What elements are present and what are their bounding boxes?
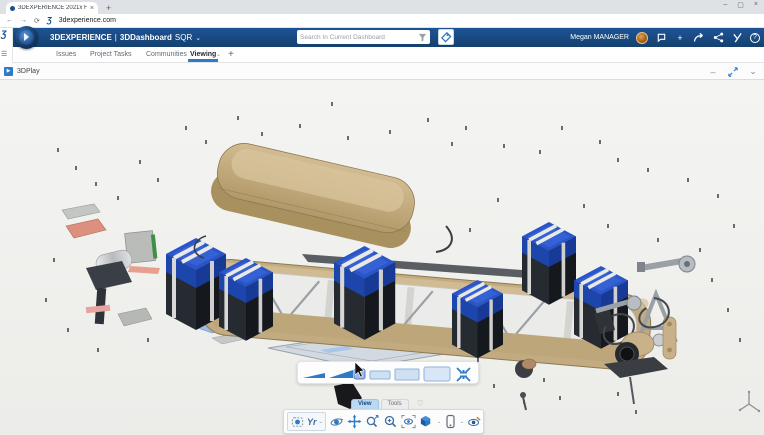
url-text[interactable]: 3dexperience.com (59, 17, 116, 24)
3dcompass-icon[interactable] (15, 26, 38, 49)
part-battery-module[interactable] (334, 246, 395, 340)
rotate-tool-icon[interactable] (329, 414, 344, 429)
refresh-icon[interactable]: ⟳ (34, 17, 40, 25)
active-tab-underline (188, 59, 218, 62)
browser-tab-strip: 3DEXPERIENCE 2021x FD02 × + – ▢ × (0, 0, 764, 14)
part-arm-linkage[interactable] (637, 256, 695, 272)
explode-level-2[interactable] (329, 370, 353, 378)
brand-divider: | (115, 33, 117, 42)
part-battery-module[interactable] (452, 280, 503, 358)
dashboard-search (297, 30, 430, 44)
viewer-tab-bar: View Tools ♡ (351, 398, 424, 409)
tag-button[interactable] (438, 29, 454, 45)
add-content-icon[interactable]: + (674, 32, 686, 44)
pan-tool-icon[interactable] (347, 414, 362, 429)
select-tool-icon[interactable] (290, 414, 305, 429)
site-logo-icon: Ʒ (47, 16, 52, 25)
render-style-eye-icon[interactable] (467, 414, 482, 429)
tag-icon (440, 31, 452, 43)
header-user-area: Megan MANAGER + ? (570, 28, 760, 47)
markup-tool-icon[interactable]: Yr (307, 417, 317, 427)
tab-issues[interactable]: Issues (56, 47, 76, 63)
viewer-canvas[interactable]: View Tools ♡ Yr ⌄ (0, 80, 764, 435)
collapse-explode-icon[interactable] (457, 368, 470, 381)
filter-funnel-icon[interactable] (418, 33, 427, 42)
part-motor-assembly[interactable] (62, 204, 160, 326)
tab-close-icon[interactable]: × (90, 5, 94, 12)
add-tab-button[interactable]: + (228, 47, 234, 62)
widget-maximize-icon[interactable] (726, 63, 740, 80)
dashboard-tab-bar: Issues Project Tasks Communities Viewing… (0, 47, 764, 63)
tab-project-tasks[interactable]: Project Tasks (90, 47, 132, 63)
fit-all-tool-icon[interactable] (401, 414, 416, 429)
tab-options-chevron-icon[interactable]: ⌄ (216, 47, 221, 63)
explode-level-1[interactable] (303, 373, 325, 378)
axis-triad (737, 388, 761, 418)
part-link-bar[interactable] (663, 317, 676, 359)
help-icon[interactable]: ? (750, 33, 760, 43)
search-input[interactable] (300, 34, 418, 41)
browser-address-bar: ← → ⟳ Ʒ 3dexperience.com (0, 14, 764, 28)
part-bolt[interactable] (520, 392, 526, 410)
viewer-tab-tools[interactable]: Tools (381, 399, 409, 409)
favorite-heart-icon[interactable]: ♡ (417, 399, 424, 409)
tab-communities[interactable]: Communities (146, 47, 187, 63)
part-small-motor[interactable] (515, 359, 536, 378)
ar-device-icon[interactable] (444, 414, 457, 429)
user-avatar[interactable] (636, 32, 648, 44)
app-name: 3DDashboard (120, 33, 172, 42)
new-tab-button[interactable]: + (106, 2, 111, 14)
selection-tool-group: Yr ⌄ (287, 412, 326, 431)
window-minimize-button[interactable]: – (723, 1, 727, 9)
back-icon[interactable]: ← (6, 17, 13, 24)
3dswym-icon[interactable] (731, 32, 743, 44)
screen: 3DEXPERIENCE 2021x FD02 × + – ▢ × ← → ⟳ … (0, 0, 764, 435)
notifications-icon[interactable] (655, 32, 667, 44)
window-close-button[interactable]: × (754, 1, 758, 9)
zoom-pointer-tool-icon[interactable] (365, 414, 380, 429)
tab-title: 3DEXPERIENCE 2021x FD02 (18, 5, 87, 11)
3dplay-app-icon: ▶ (4, 67, 13, 76)
compass-play-icon (24, 33, 29, 41)
widget-minimize-button[interactable]: – (706, 63, 720, 80)
part-cover-lid[interactable] (207, 138, 422, 252)
forward-icon[interactable]: → (20, 17, 27, 24)
part-battery-module[interactable] (219, 258, 273, 341)
widget-titlebar: ▶ 3DPlay – ⌄ (0, 63, 764, 80)
browser-tab[interactable]: 3DEXPERIENCE 2021x FD02 × (6, 2, 98, 14)
dashboard-name[interactable]: SQR (175, 33, 192, 42)
part-battery-module[interactable] (522, 222, 576, 305)
explode-slider-panel (297, 361, 479, 384)
viewer-toolbar: Yr ⌄ ⌄ ⌄ (283, 409, 484, 434)
app-title: 3DEXPERIENCE | 3DDashboard SQR ⌄ (50, 28, 201, 47)
markup-caret-icon[interactable]: ⌄ (319, 419, 323, 425)
3ds-logo-icon: Ʒ (1, 29, 7, 39)
widget-title: 3DPlay (17, 63, 40, 80)
explode-level-5[interactable] (424, 367, 450, 381)
window-maximize-button[interactable]: ▢ (737, 1, 744, 9)
zoom-tool-icon[interactable] (383, 414, 398, 429)
brand-name: 3DEXPERIENCE (50, 33, 112, 42)
user-name[interactable]: Megan MANAGER (570, 34, 629, 41)
views-cube-icon[interactable] (419, 414, 434, 429)
views-caret-icon[interactable]: ⌄ (437, 419, 441, 425)
hamburger-icon[interactable]: ☰ (1, 50, 7, 58)
share-arrow-icon[interactable] (693, 32, 705, 44)
network-share-icon[interactable] (712, 32, 724, 44)
viewer-tab-view[interactable]: View (351, 399, 379, 409)
part-cable[interactable] (436, 226, 452, 252)
chevron-down-icon[interactable]: ⌄ (195, 34, 201, 42)
widget-more-chevron-icon[interactable]: ⌄ (746, 63, 760, 80)
left-strip: Ʒ ☰ (0, 28, 13, 63)
explode-level-4[interactable] (395, 369, 419, 380)
device-caret-icon[interactable]: ⌄ (460, 419, 464, 425)
tab-favicon-icon (10, 6, 15, 11)
explode-level-3[interactable] (370, 371, 390, 379)
